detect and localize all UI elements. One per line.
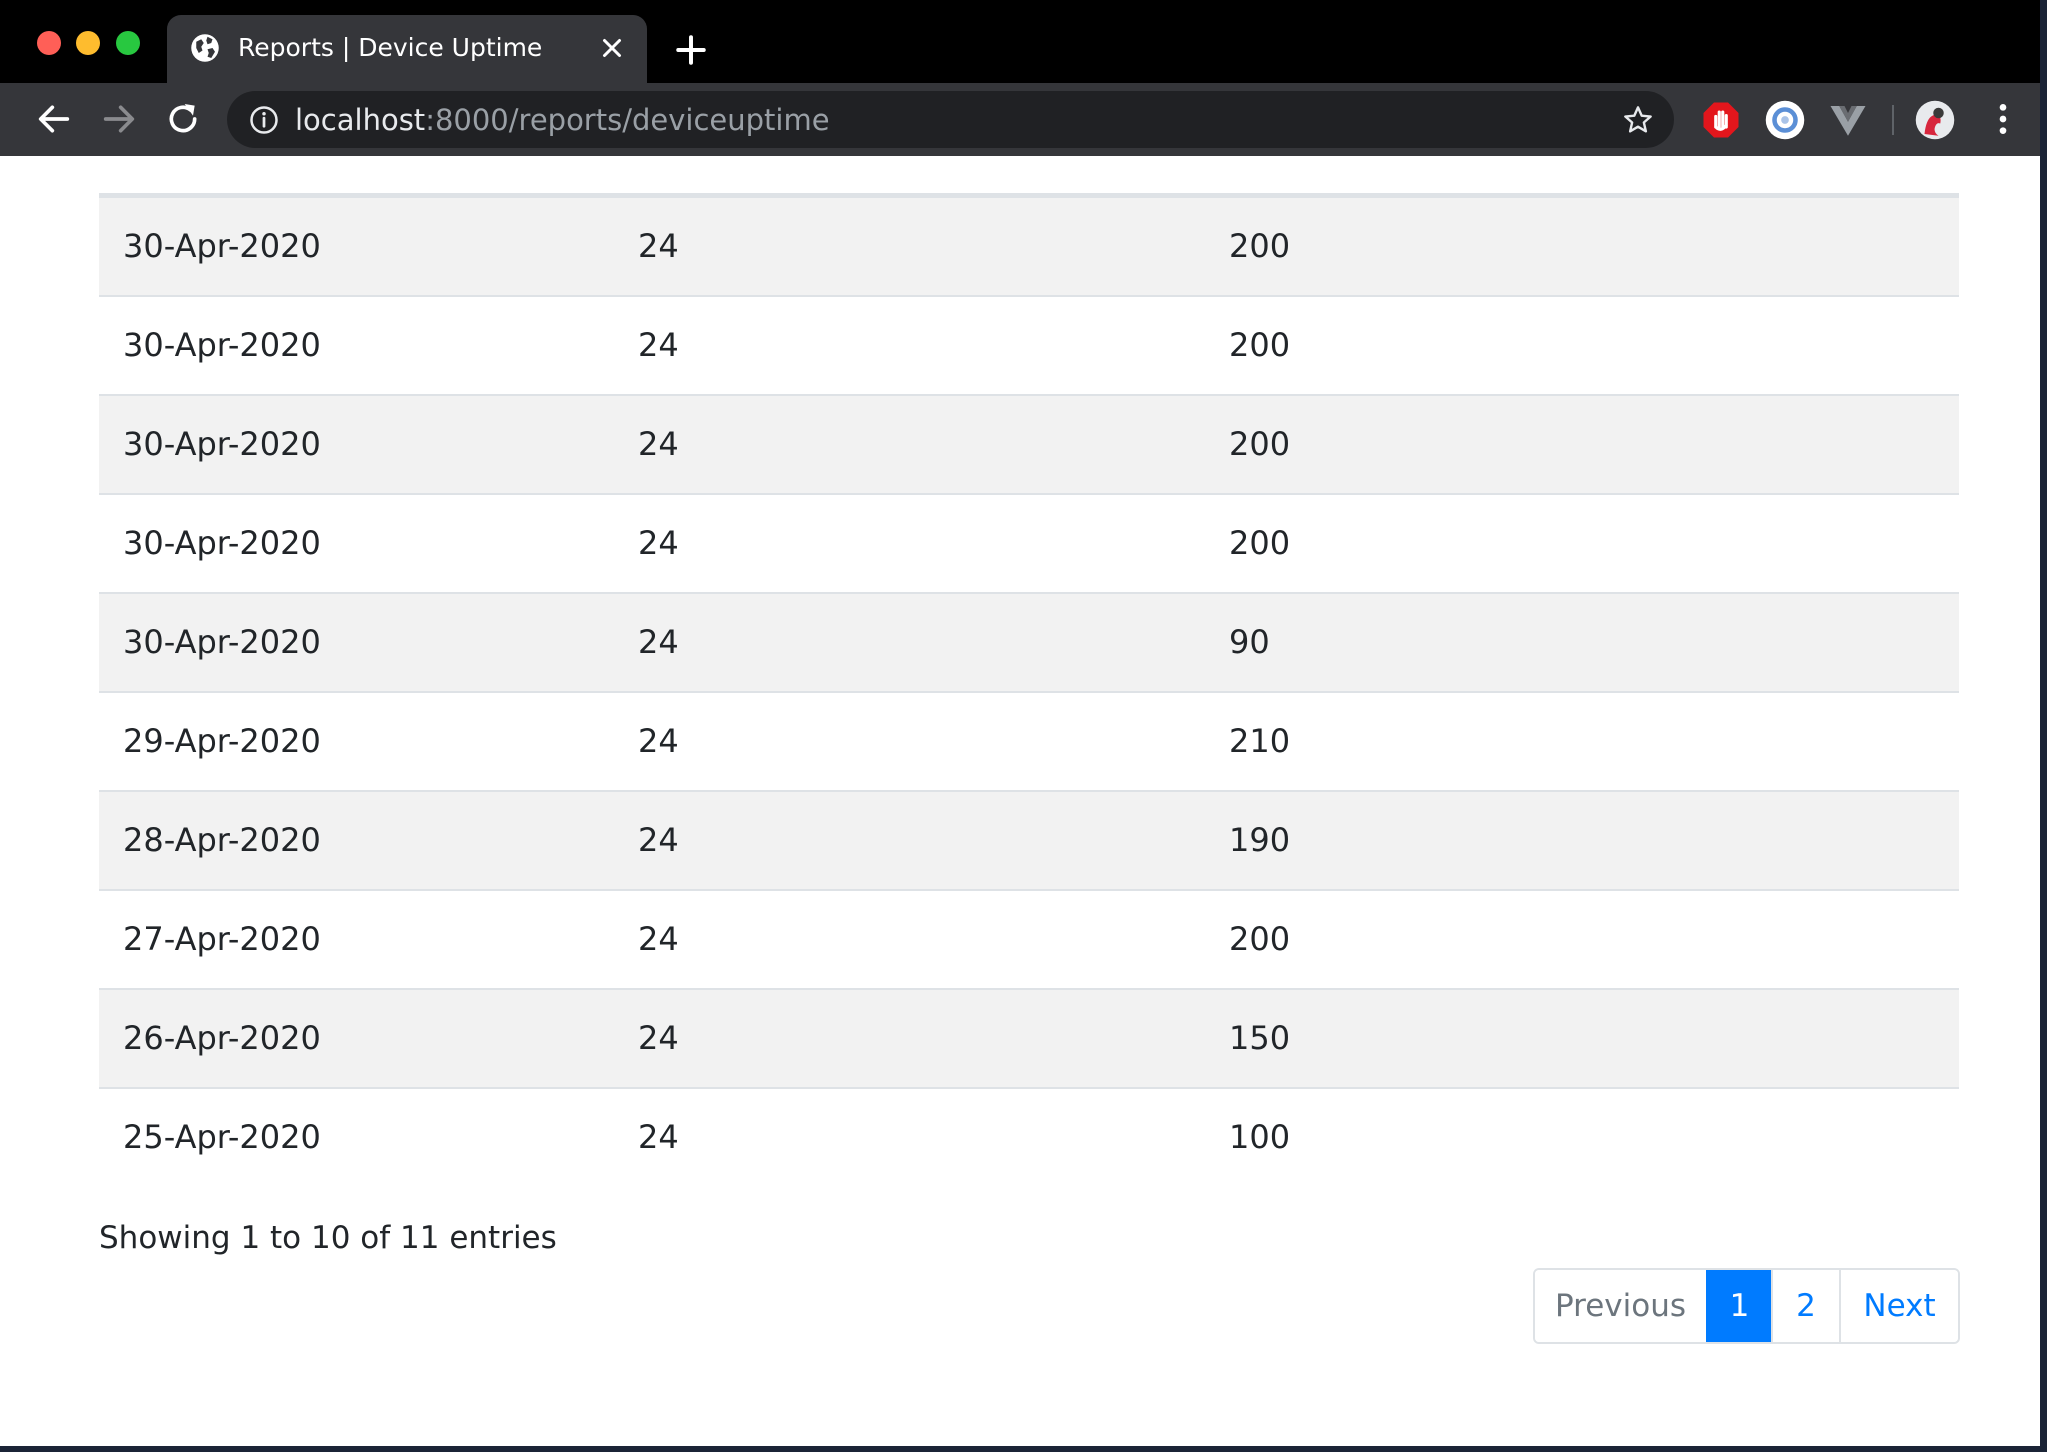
page-1-button[interactable]: 1 (1706, 1270, 1771, 1342)
browser-toolbar: localhost:8000/reports/deviceuptime (0, 83, 2040, 156)
uptime-cell: 200 (1229, 227, 1291, 265)
new-tab-icon[interactable] (674, 33, 708, 67)
hours-cell: 24 (638, 623, 679, 661)
table-row: 28-Apr-2020 24 190 (99, 792, 1959, 891)
table-row: 27-Apr-2020 24 200 (99, 891, 1959, 990)
date-cell: 30-Apr-2020 (123, 227, 321, 265)
page-2-button[interactable]: 2 (1771, 1270, 1839, 1342)
uptime-cell: 190 (1229, 821, 1291, 859)
adblock-extension-icon[interactable] (1700, 99, 1742, 141)
hours-cell: 24 (638, 722, 679, 760)
pagination: Previous 1 2 Next (1533, 1268, 1960, 1344)
url-text: localhost:8000/reports/deviceuptime (295, 103, 830, 137)
url-host: localhost (295, 103, 426, 137)
date-cell: 30-Apr-2020 (123, 425, 321, 463)
table-row: 30-Apr-2020 24 90 (99, 594, 1959, 693)
uptime-cell: 200 (1229, 326, 1291, 364)
table-row: 30-Apr-2020 24 200 (99, 198, 1959, 297)
uptime-cell: 200 (1229, 524, 1291, 562)
url-path: :8000/reports/deviceuptime (425, 103, 830, 137)
date-cell: 26-Apr-2020 (123, 1019, 321, 1057)
zoom-window-button[interactable] (116, 31, 140, 55)
hours-cell: 24 (638, 920, 679, 958)
page-content: 30-Apr-2020 24 200 30-Apr-2020 24 200 30-Apr-2… (0, 156, 2040, 1446)
table-header (99, 156, 1959, 198)
uptime-cell: 100 (1229, 1118, 1291, 1156)
table-body: 30-Apr-2020 24 200 30-Apr-2020 24 200 30-Apr-2… (99, 198, 1959, 1186)
vue-devtools-icon[interactable] (1827, 99, 1869, 141)
table-row: 30-Apr-2020 24 200 (99, 396, 1959, 495)
previous-page-button[interactable]: Previous (1535, 1270, 1706, 1342)
date-cell: 29-Apr-2020 (123, 722, 321, 760)
table-row: 30-Apr-2020 24 200 (99, 297, 1959, 396)
date-cell: 25-Apr-2020 (123, 1118, 321, 1156)
reload-icon[interactable] (163, 99, 203, 139)
hours-cell: 24 (638, 326, 679, 364)
address-bar[interactable]: localhost:8000/reports/deviceuptime (227, 91, 1674, 148)
tab-strip: Reports | Device Uptime (0, 0, 2040, 83)
hours-cell: 24 (638, 1019, 679, 1057)
hours-cell: 24 (638, 524, 679, 562)
uptime-cell: 200 (1229, 425, 1291, 463)
uptime-cell: 150 (1229, 1019, 1291, 1057)
close-icon[interactable] (597, 33, 627, 63)
forward-arrow-icon[interactable] (99, 99, 139, 139)
globe-icon (191, 34, 219, 62)
table-row: 29-Apr-2020 24 210 (99, 693, 1959, 792)
hours-cell: 24 (638, 821, 679, 859)
tab-reports[interactable]: Reports | Device Uptime (167, 15, 647, 83)
uptime-cell: 200 (1229, 920, 1291, 958)
browser-window: Reports | Device Uptime localhost:8000/r… (0, 0, 2040, 1446)
hours-cell: 24 (638, 425, 679, 463)
profile-avatar-icon[interactable] (1914, 99, 1956, 141)
more-menu-icon[interactable] (1983, 99, 2023, 139)
date-cell: 30-Apr-2020 (123, 326, 321, 364)
minimize-window-button[interactable] (76, 31, 100, 55)
close-window-button[interactable] (37, 31, 61, 55)
info-icon[interactable] (249, 105, 279, 135)
toolbar-divider (1892, 105, 1894, 135)
date-cell: 30-Apr-2020 (123, 524, 321, 562)
table-row: 26-Apr-2020 24 150 (99, 990, 1959, 1089)
date-cell: 27-Apr-2020 (123, 920, 321, 958)
extension-circle-icon[interactable] (1764, 99, 1806, 141)
uptime-cell: 90 (1229, 623, 1270, 661)
uptime-cell: 210 (1229, 722, 1291, 760)
date-cell: 28-Apr-2020 (123, 821, 321, 859)
hours-cell: 24 (638, 227, 679, 265)
next-page-button[interactable]: Next (1839, 1270, 1958, 1342)
table-row: 30-Apr-2020 24 200 (99, 495, 1959, 594)
tab-title: Reports | Device Uptime (238, 33, 543, 62)
table-info: Showing 1 to 10 of 11 entries (99, 1220, 557, 1256)
back-arrow-icon[interactable] (34, 99, 74, 139)
table-row: 25-Apr-2020 24 100 (99, 1089, 1959, 1186)
star-icon[interactable] (1622, 104, 1654, 136)
hours-cell: 24 (638, 1118, 679, 1156)
date-cell: 30-Apr-2020 (123, 623, 321, 661)
